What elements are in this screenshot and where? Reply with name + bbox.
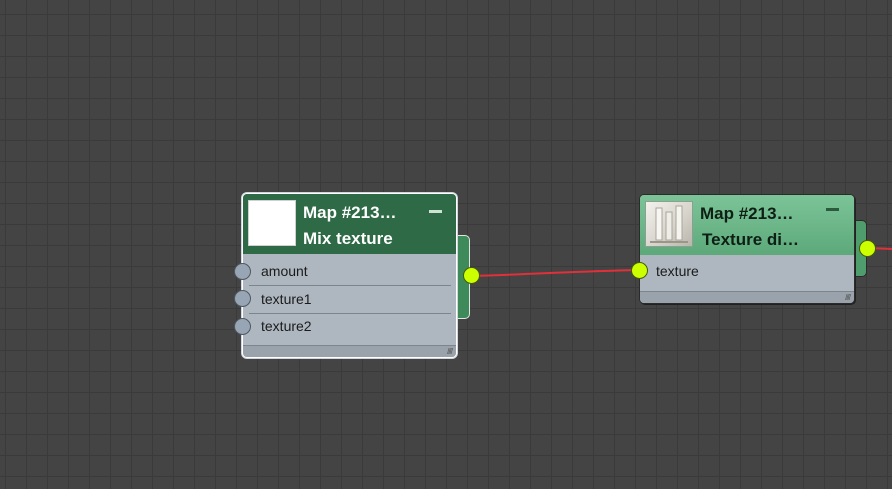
mix-node-title: Map #213… — [303, 203, 397, 222]
texture-preview-icon — [650, 205, 688, 243]
texture-node-header[interactable]: Map #213… Texture di… — [640, 195, 854, 255]
mix-node-subtitle: Mix texture — [303, 229, 393, 248]
input-socket-icon[interactable] — [234, 263, 251, 280]
input-socket-icon[interactable] — [234, 318, 251, 335]
mix-input-texture2[interactable]: texture2 — [243, 313, 453, 339]
mix-input-texture2-label: texture2 — [261, 318, 312, 334]
mix-input-amount-label: amount — [261, 263, 308, 279]
texture-input-texture-label: texture — [656, 263, 699, 279]
mix-input-amount[interactable]: amount — [243, 258, 453, 284]
minimize-icon[interactable] — [826, 208, 839, 211]
resize-grip-icon[interactable]: //// — [447, 347, 453, 356]
node-editor-canvas[interactable]: Map #213… Mix texture amount texture1 te… — [0, 0, 892, 489]
mix-input-texture1[interactable]: texture1 — [243, 286, 453, 312]
texture-display-node[interactable]: Map #213… Texture di… texture //// — [639, 194, 855, 304]
mix-texture-node[interactable]: Map #213… Mix texture amount texture1 te… — [242, 193, 457, 358]
minimize-icon[interactable] — [429, 210, 442, 213]
input-socket-icon[interactable] — [631, 262, 648, 279]
wire-mix-to-texture[interactable] — [470, 269, 641, 277]
mix-node-thumbnail — [248, 200, 296, 246]
texture-node-thumbnail — [645, 201, 693, 247]
mix-node-footer: //// — [243, 345, 456, 357]
mix-input-texture1-label: texture1 — [261, 291, 312, 307]
mix-node-header[interactable]: Map #213… Mix texture — [243, 194, 456, 254]
input-socket-icon[interactable] — [234, 290, 251, 307]
resize-grip-icon[interactable]: //// — [845, 293, 851, 302]
texture-input-texture[interactable]: texture — [640, 258, 850, 284]
texture-node-subtitle: Texture di… — [702, 230, 799, 249]
texture-node-title: Map #213… — [700, 204, 794, 223]
output-socket-icon[interactable] — [463, 267, 480, 284]
output-socket-icon[interactable] — [859, 240, 876, 257]
texture-node-footer: //// — [640, 291, 854, 303]
